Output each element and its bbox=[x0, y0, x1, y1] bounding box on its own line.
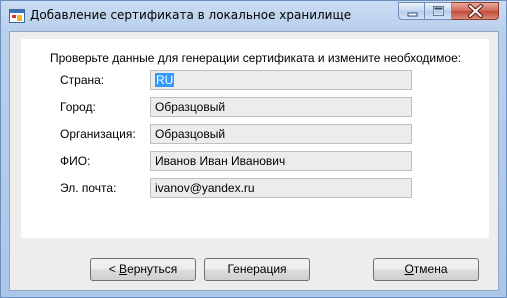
organization-label: Организация: bbox=[60, 127, 136, 141]
dialog-window: Добавление сертификата в локальное храни… bbox=[0, 0, 507, 298]
dialog-client-area: Проверьте данные для генерации сертифика… bbox=[9, 31, 499, 291]
minimize-icon bbox=[407, 12, 418, 17]
back-button-mnemonic: В bbox=[119, 262, 128, 276]
app-icon bbox=[9, 9, 25, 23]
title-bar[interactable]: Добавление сертификата в локальное храни… bbox=[1, 1, 506, 31]
back-button-label: ернуться bbox=[127, 262, 178, 276]
form-panel: Проверьте данные для генерации сертифика… bbox=[21, 39, 489, 238]
maximize-icon bbox=[433, 6, 444, 16]
back-button[interactable]: < Вернуться bbox=[90, 258, 196, 281]
minimize-button[interactable] bbox=[398, 2, 425, 20]
country-value: RU bbox=[155, 73, 175, 87]
back-button-prefix: < bbox=[108, 262, 120, 276]
organization-field[interactable]: Образцовый bbox=[150, 124, 412, 144]
country-field[interactable]: RU bbox=[150, 70, 412, 90]
full-name-label: ФИО: bbox=[60, 154, 91, 168]
full-name-field[interactable]: Иванов Иван Иванович bbox=[150, 151, 412, 171]
close-icon bbox=[468, 4, 483, 18]
instruction-text: Проверьте данные для генерации сертифика… bbox=[50, 51, 462, 65]
close-button[interactable] bbox=[452, 2, 499, 20]
city-label: Город: bbox=[60, 100, 96, 114]
window-title: Добавление сертификата в локальное храни… bbox=[30, 8, 352, 22]
generate-button[interactable]: Генерация bbox=[204, 258, 310, 281]
maximize-button[interactable] bbox=[425, 2, 452, 20]
country-label: Страна: bbox=[60, 73, 105, 87]
cancel-button-mnemonic: О bbox=[404, 262, 414, 276]
cancel-button[interactable]: Отмена bbox=[373, 258, 479, 281]
email-label: Эл. почта: bbox=[60, 181, 117, 195]
cancel-button-label: тмена bbox=[413, 262, 448, 276]
email-field[interactable]: ivanov@yandex.ru bbox=[150, 178, 412, 198]
city-field[interactable]: Образцовый bbox=[150, 97, 412, 117]
